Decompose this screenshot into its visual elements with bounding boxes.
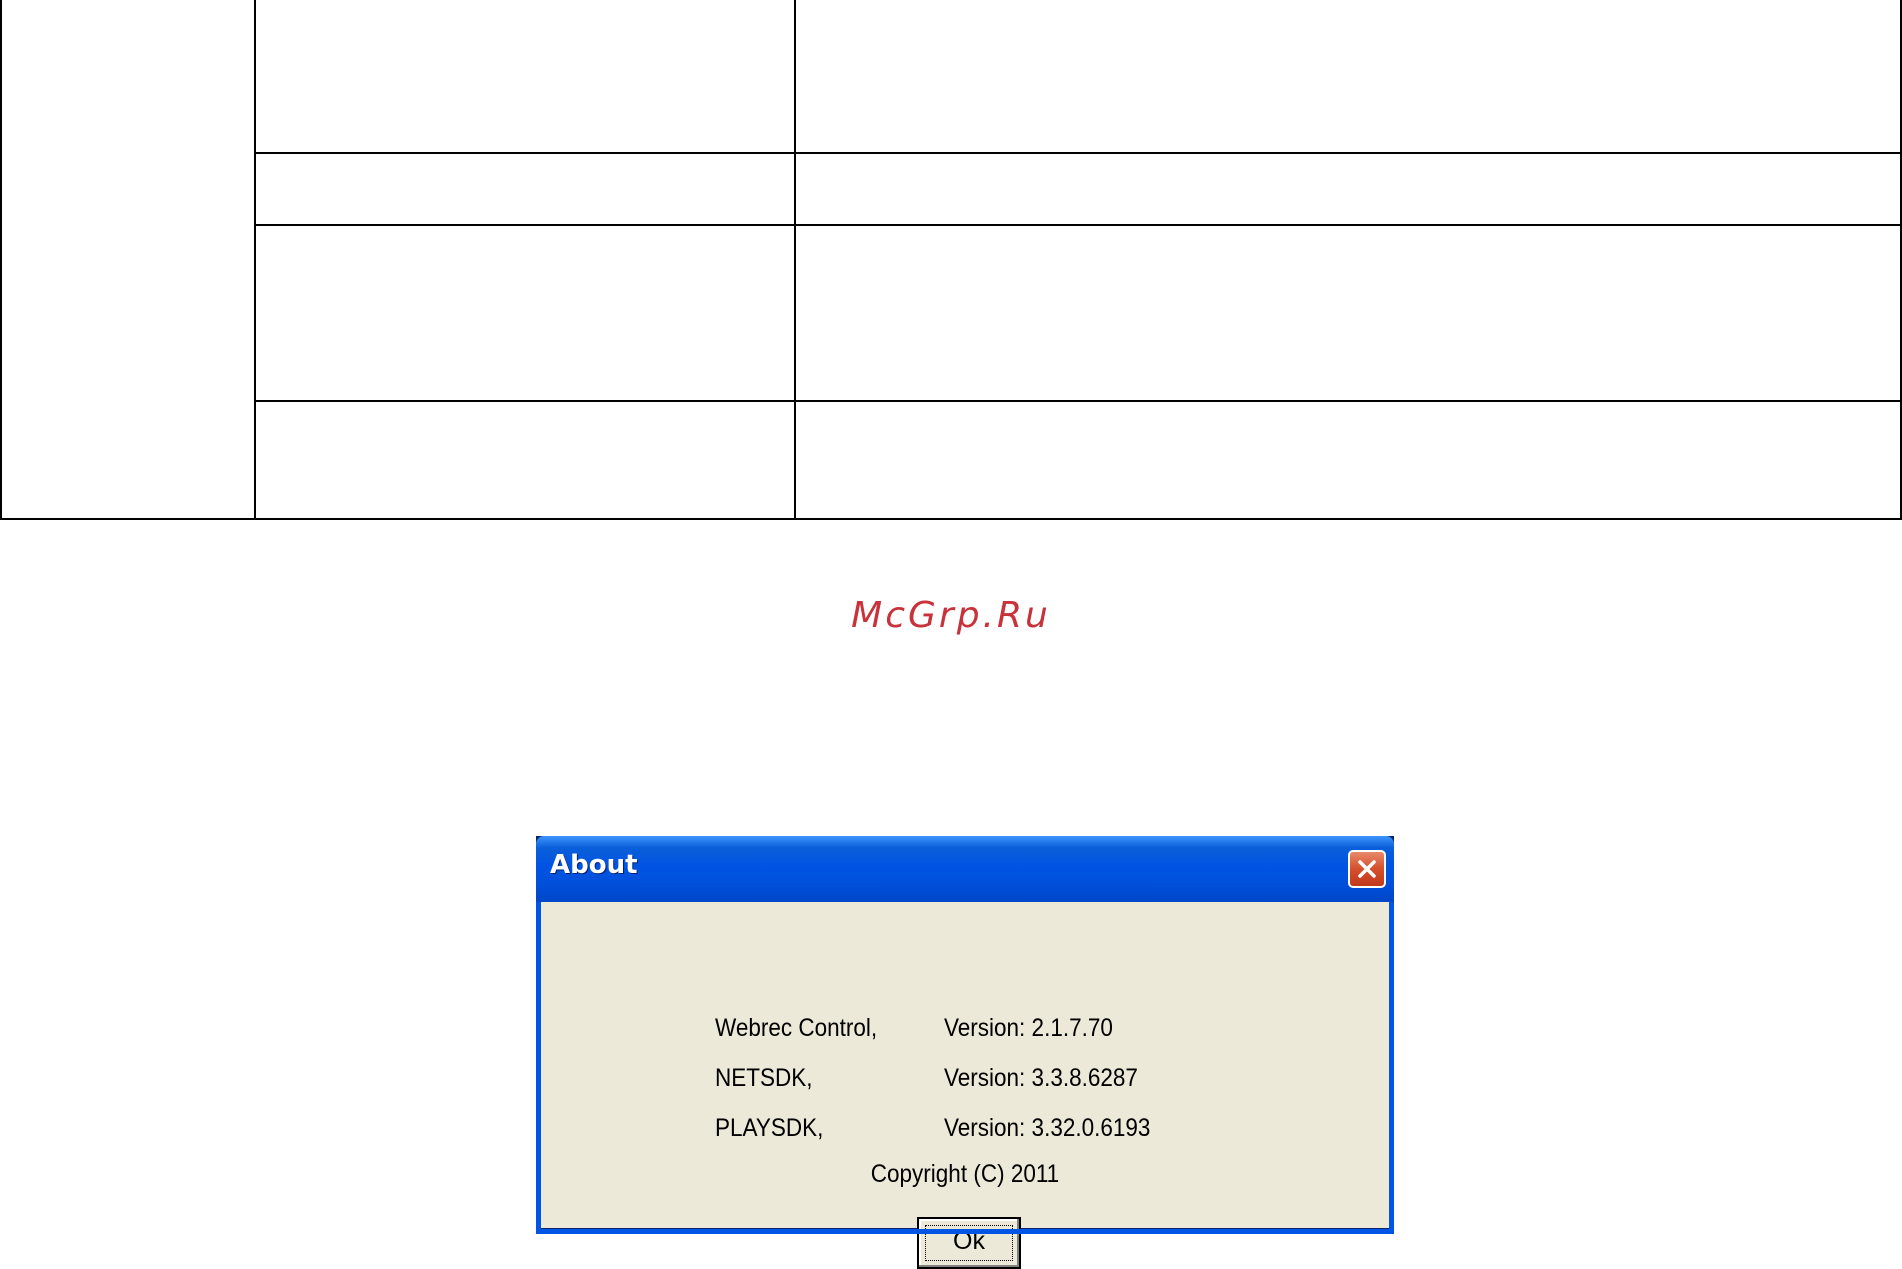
component-name: PLAYSDK,	[715, 1114, 824, 1142]
table-row-divider	[254, 152, 1902, 154]
table-row-divider	[254, 400, 1902, 402]
watermark-text: McGrp.Ru	[851, 595, 1051, 636]
component-version: Version: 3.3.8.6287	[944, 1064, 1138, 1092]
dialog-title: About	[550, 850, 638, 880]
dialog-titlebar[interactable]: About	[536, 836, 1394, 902]
table-border-bottom	[0, 518, 1902, 520]
about-dialog: About Webrec Control, Version: 2.1.7.70 …	[536, 836, 1394, 1269]
close-button[interactable]	[1348, 850, 1386, 888]
table	[0, 0, 1902, 520]
table-border-left	[0, 0, 2, 520]
dialog-client-area: Webrec Control, Version: 2.1.7.70 NETSDK…	[541, 902, 1389, 1269]
copyright-text: Copyright (C) 2011	[870, 1160, 1060, 1188]
component-version: Version: 2.1.7.70	[944, 1014, 1113, 1042]
ok-button[interactable]: Ok	[917, 1217, 1021, 1269]
component-name: Webrec Control,	[715, 1014, 878, 1042]
table-col-divider	[794, 0, 796, 520]
close-icon	[1358, 860, 1376, 878]
component-version: Version: 3.32.0.6193	[944, 1114, 1151, 1142]
table-row-divider	[254, 224, 1902, 226]
focus-rectangle	[925, 1225, 1013, 1261]
component-name: NETSDK,	[715, 1064, 813, 1092]
table-col-divider	[254, 0, 256, 520]
